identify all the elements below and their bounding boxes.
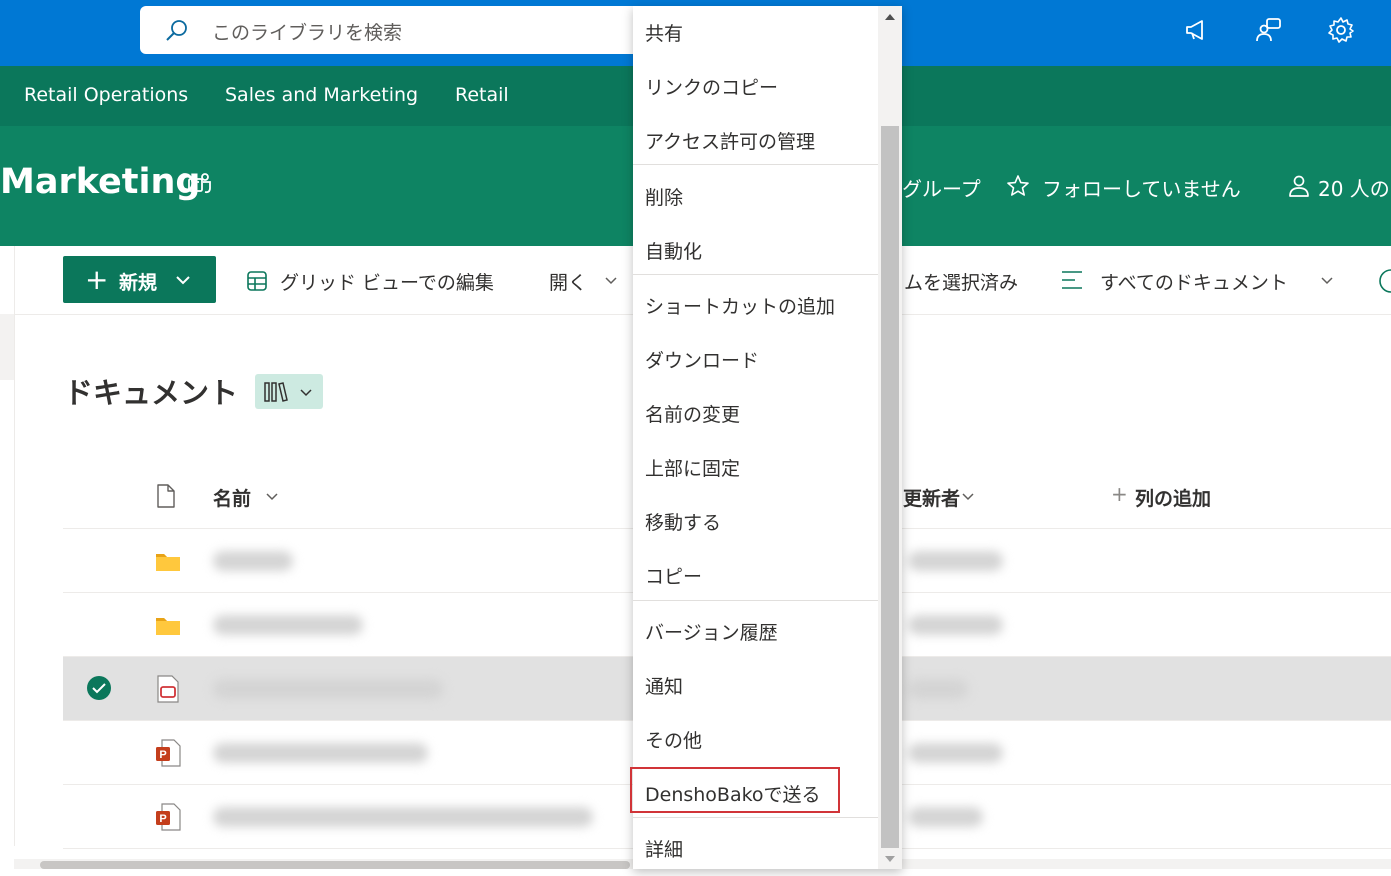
menu-item-copy-to[interactable]: コピー (633, 549, 878, 603)
menu-separator (633, 274, 878, 275)
chevron-down-icon (176, 276, 190, 285)
menu-item-add-shortcut[interactable]: ショートカットの追加 (633, 279, 878, 333)
pdf-file-icon (157, 675, 179, 703)
list-view-icon (1062, 271, 1082, 289)
menu-item-automate[interactable]: 自動化 (633, 224, 878, 278)
follow-button[interactable]: フォローしていません (1042, 173, 1241, 202)
folder-icon (156, 554, 180, 571)
svg-text:P: P (159, 813, 166, 825)
chevron-down-icon (300, 389, 312, 397)
gear-icon[interactable] (1326, 15, 1356, 45)
menu-separator (633, 600, 878, 601)
menu-item-pin-to-top[interactable]: 上部に固定 (633, 441, 878, 495)
blurred-modified-by (908, 807, 983, 827)
powerpoint-icon: P (156, 803, 181, 831)
open-button[interactable]: 開く (549, 268, 587, 295)
check-circle-icon[interactable] (86, 675, 112, 701)
hub-link-retail-operations[interactable]: Retail Operations (24, 84, 188, 106)
search-icon (166, 20, 187, 41)
blurred-name (213, 807, 593, 827)
highlight-box (630, 767, 840, 813)
menu-item-move-to[interactable]: 移動する (633, 495, 878, 549)
menu-item-alert-me[interactable]: 通知 (633, 659, 878, 713)
search-placeholder: このライブラリを検索 (212, 22, 403, 44)
menu-item-delete[interactable]: 削除 (633, 170, 878, 224)
view-selector[interactable]: すべてのドキュメント (1100, 268, 1288, 295)
menu-scroll-thumb[interactable] (881, 126, 899, 848)
menu-item-version-history[interactable]: バージョン履歴 (633, 605, 878, 659)
menu-item-download[interactable]: ダウンロード (633, 333, 878, 387)
menu-item-details[interactable]: 詳細 (633, 822, 878, 876)
menu-item-more[interactable]: その他 (633, 713, 878, 767)
chevron-down-icon (266, 493, 278, 501)
menu-separator (633, 817, 878, 818)
blurred-modified-by (908, 551, 1003, 571)
blurred-name (213, 679, 443, 699)
left-rail-selected[interactable] (0, 314, 14, 380)
library-title: ドキュメント (64, 376, 239, 410)
menu-item-copy-link[interactable]: リンクのコピー (633, 60, 878, 114)
grid-icon (247, 271, 267, 291)
info-icon[interactable] (1378, 268, 1391, 294)
add-column-button[interactable]: 列の追加 (1135, 484, 1211, 511)
svg-text:P: P (159, 749, 166, 761)
powerpoint-icon: P (156, 739, 181, 767)
plus-icon: + (85, 263, 109, 296)
library-view-button[interactable] (255, 374, 323, 409)
menu-item-rename[interactable]: 名前の変更 (633, 387, 878, 441)
new-button[interactable]: + 新規 (63, 256, 216, 303)
blurred-name (213, 615, 363, 635)
site-title[interactable]: Marketing (0, 162, 200, 202)
grid-edit-button[interactable]: グリッド ビューでの編集 (280, 268, 494, 295)
hub-link-sales-marketing[interactable]: Sales and Marketing (225, 84, 418, 106)
folder-icon (156, 618, 180, 635)
column-name[interactable]: 名前 (213, 484, 251, 511)
person-icon (1289, 175, 1309, 197)
chevron-down-icon (1321, 277, 1333, 285)
chevron-down-icon (962, 493, 974, 501)
blurred-modified-by (908, 679, 968, 699)
search-box[interactable]: このライブラリを検索 (140, 6, 640, 54)
star-icon[interactable] (1006, 174, 1030, 198)
context-menu: 共有 リンクのコピー アクセス許可の管理 削除 自動化 ショートカットの追加 ダ… (633, 6, 902, 869)
plus-icon: + (1111, 482, 1128, 506)
feedback-icon[interactable] (1254, 15, 1284, 45)
teams-icon[interactable] (186, 170, 214, 198)
menu-item-manage-access[interactable]: アクセス許可の管理 (633, 114, 878, 168)
menu-item-share[interactable]: 共有 (633, 6, 878, 60)
library-icon (264, 382, 288, 402)
blurred-modified-by (908, 615, 1003, 635)
menu-separator (633, 164, 878, 165)
blurred-name (213, 551, 293, 571)
file-type-icon[interactable] (155, 483, 177, 509)
blurred-modified-by (908, 743, 1003, 763)
column-modified-by[interactable]: 更新者 (903, 484, 960, 511)
scroll-up-arrow-icon[interactable] (883, 12, 897, 22)
hub-link-retail[interactable]: Retail (455, 84, 509, 106)
members-label[interactable]: 20 人の (1318, 173, 1390, 202)
scroll-down-arrow-icon[interactable] (883, 854, 897, 864)
megaphone-icon[interactable] (1182, 15, 1212, 45)
chevron-down-icon (605, 277, 617, 285)
group-label[interactable]: グループ (902, 173, 981, 202)
blurred-name (213, 743, 428, 763)
horizontal-scroll-thumb[interactable] (40, 861, 630, 869)
selected-count-label: ムを選択済み (904, 272, 1019, 294)
new-button-label: 新規 (119, 272, 158, 294)
